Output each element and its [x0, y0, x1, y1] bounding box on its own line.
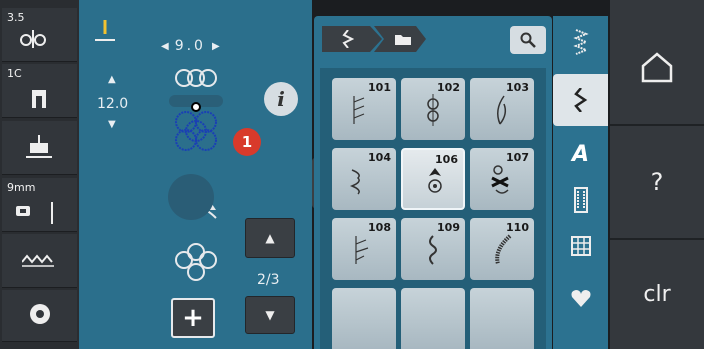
- tension-icon: [20, 30, 46, 48]
- clear-button[interactable]: clr: [610, 240, 704, 349]
- needle-position-icon[interactable]: [93, 18, 117, 44]
- stitch-tile-partial[interactable]: [401, 288, 465, 349]
- presser-foot-position-icon: [26, 135, 52, 158]
- arrow-up-icon: ▲: [265, 231, 275, 245]
- page-indicator: 2/3: [257, 272, 280, 288]
- callout-badge: 1: [233, 128, 261, 156]
- length-increase-icon[interactable]: ▲: [108, 74, 116, 85]
- mirror-toggle[interactable]: [168, 174, 214, 220]
- stitch-length-value: 12.0: [97, 96, 129, 112]
- stitch-tile-109[interactable]: 109: [401, 218, 465, 280]
- stitch-102-icon: [427, 94, 439, 126]
- add-button[interactable]: +: [171, 298, 215, 338]
- stitch-110-icon: [495, 234, 512, 265]
- folder-icon[interactable]: [394, 32, 412, 46]
- stitch-tile-103[interactable]: 103: [470, 78, 534, 140]
- stitch-settings-panel: ◀ 9.0 ▶ ▲ 12.0 ▼ i 1 ▲ 2/3 ▼ +: [79, 0, 312, 349]
- home-icon: [641, 52, 673, 83]
- zigzag-stitch-icon: [572, 29, 589, 55]
- category-buttonholes[interactable]: [555, 180, 606, 220]
- search-button[interactable]: [510, 26, 546, 54]
- stitch-109-icon: [429, 235, 437, 265]
- stitch-tile-108[interactable]: 108: [332, 218, 396, 280]
- width-increase-icon[interactable]: ▶: [212, 41, 220, 52]
- bobbin-icon: [30, 304, 50, 324]
- stitch-tile-106[interactable]: 106: [401, 148, 465, 210]
- stitch-106-icon: [428, 168, 442, 193]
- stitch-selection-panel: 101 102 103 104 106 107 108 109 110: [314, 16, 552, 349]
- buttonhole-icon: [573, 187, 588, 213]
- stitch-tile-partial[interactable]: [332, 288, 396, 349]
- left-toolbar: 3.5 1C 9mm: [0, 0, 79, 349]
- info-button[interactable]: i: [264, 82, 298, 116]
- feed-dog-button[interactable]: [2, 234, 77, 288]
- stitch-category-bar: A: [553, 16, 608, 349]
- stitch-tile-110[interactable]: 110: [470, 218, 534, 280]
- decorative-stitch-icon: [573, 88, 587, 112]
- search-icon: [520, 32, 536, 48]
- stitch-104-icon: [349, 169, 360, 195]
- needle-plate-icon: [16, 202, 53, 224]
- presser-foot-icon: [32, 90, 46, 108]
- category-quilting[interactable]: [555, 226, 606, 266]
- stitch-tile-102[interactable]: 102: [401, 78, 465, 140]
- presser-foot-label: 1C: [7, 67, 22, 80]
- help-button[interactable]: ?: [610, 126, 704, 240]
- category-favorites[interactable]: [555, 278, 606, 318]
- bobbin-button[interactable]: [2, 290, 77, 342]
- category-alphabet[interactable]: A: [555, 134, 606, 174]
- breadcrumb-stitch-icon[interactable]: [342, 30, 354, 48]
- stitch-grid: 101 102 103 104 106 107 108 109 110: [320, 68, 546, 349]
- thread-tension-button[interactable]: 3.5: [2, 8, 77, 62]
- arrow-down-icon: ▼: [265, 308, 275, 322]
- page-down-button[interactable]: ▼: [245, 296, 295, 334]
- stitch-101-icon: [353, 96, 365, 124]
- stitch-tile-104[interactable]: 104: [332, 148, 396, 210]
- breadcrumb: [320, 24, 428, 54]
- needle-size-label: 9mm: [7, 181, 36, 194]
- stitch-tile-partial[interactable]: [470, 288, 534, 349]
- stitch-tile-107[interactable]: 107: [470, 148, 534, 210]
- category-decorative[interactable]: [553, 74, 608, 126]
- category-practical[interactable]: [555, 22, 606, 62]
- length-decrease-icon[interactable]: ▼: [108, 119, 116, 130]
- stitch-108-icon: [355, 236, 369, 264]
- stitch-width-value: 9.0: [174, 38, 206, 54]
- home-button[interactable]: [610, 10, 704, 126]
- page-up-button[interactable]: ▲: [245, 218, 295, 258]
- needle-plate-button[interactable]: 9mm: [2, 178, 77, 232]
- width-decrease-icon[interactable]: ◀: [161, 41, 169, 52]
- heart-icon: [571, 290, 590, 307]
- stitch-tile-101[interactable]: 101: [332, 78, 396, 140]
- stitch-width-control[interactable]: ◀ 9.0 ▶: [161, 38, 241, 54]
- main-menu: ? clr: [610, 0, 704, 349]
- feed-dog-icon: [22, 254, 54, 267]
- stitch-103-icon: [497, 95, 507, 125]
- stitch-107-icon: [491, 165, 509, 194]
- presser-foot-button[interactable]: 1C: [2, 64, 77, 118]
- presser-foot-position-button[interactable]: [2, 121, 77, 175]
- quilt-icon: [570, 236, 591, 256]
- tension-value: 3.5: [7, 11, 25, 24]
